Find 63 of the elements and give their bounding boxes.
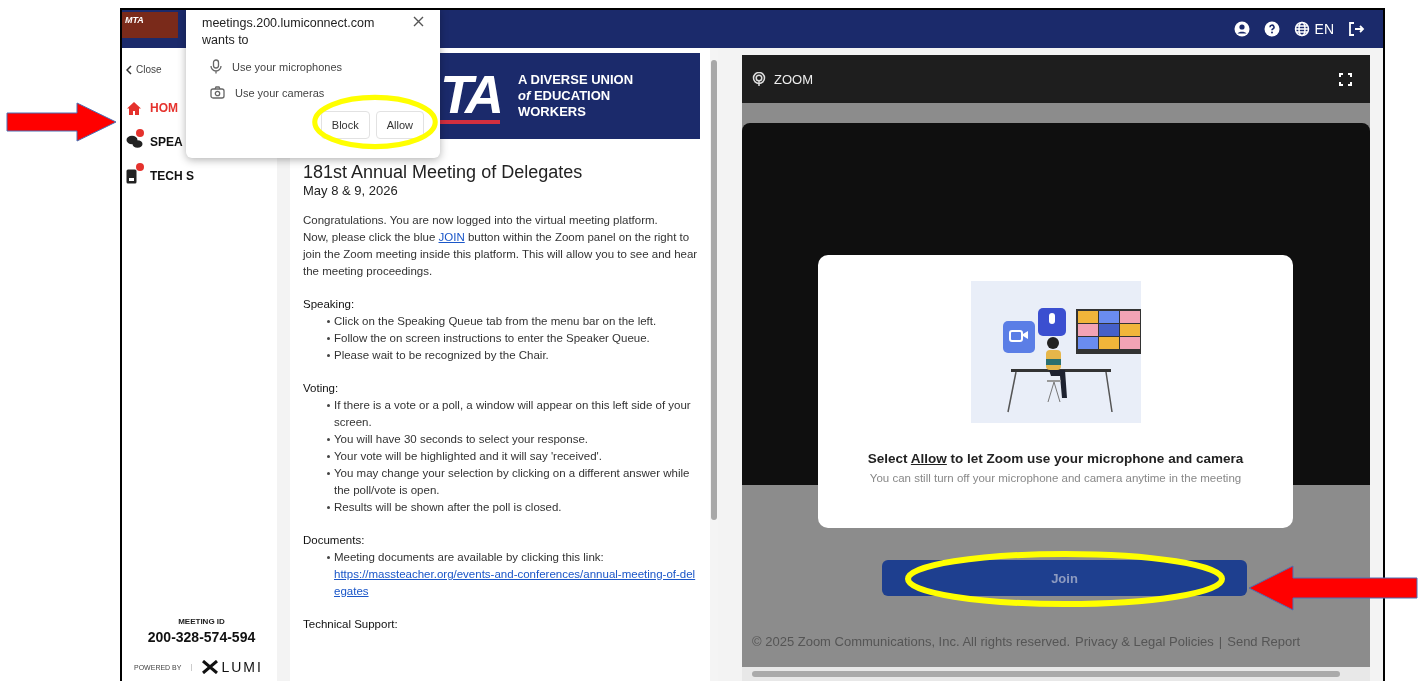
bullet-icon <box>327 506 330 509</box>
bullet-icon <box>327 556 330 559</box>
logo: MTA <box>122 12 178 38</box>
banner-tagline: A DIVERSE UNION of EDUCATION WORKERS <box>518 72 634 120</box>
device-icon <box>126 168 137 184</box>
meeting-id-label: MEETING ID <box>177 617 226 626</box>
scrollbar[interactable] <box>710 48 718 681</box>
chat-icon <box>126 135 143 149</box>
bullet-icon <box>327 337 330 340</box>
brand-logo: LUMI <box>202 659 263 675</box>
join-link[interactable]: JOIN <box>438 231 465 243</box>
bullet-icon <box>327 354 330 357</box>
bullet-text: Please wait to be recognized by the Chair. <box>334 348 549 363</box>
permission-label: Use your microphones <box>232 60 343 73</box>
bullet-icon <box>327 455 330 458</box>
logout-icon[interactable] <box>1348 21 1365 37</box>
permission-button[interactable]: Allow <box>375 111 424 139</box>
instruction-text: Now, please click the blue JOIN button within the Zoom panel on the right to join the Zoom meeting inside this platform. This will allow you to see and hear the meeting proceedings. <box>303 230 699 279</box>
nav-item[interactable]: HOM <box>126 91 178 125</box>
bullet-icon <box>327 472 330 475</box>
language-label[interactable]: EN <box>1314 21 1334 37</box>
documents-link[interactable]: https://massteacher.org/events-and-conferences/annual-meeting-of-delegates <box>334 566 700 600</box>
bullet-icon <box>327 438 330 441</box>
bullet-text: If there is a vote or a poll, a window will appear on this left side of your screen. <box>334 398 692 430</box>
separator: | <box>1218 634 1223 649</box>
close-icon[interactable] <box>413 16 424 27</box>
chevron-left-icon <box>126 64 132 75</box>
permission-label: Use your cameras <box>235 86 325 99</box>
bullet-text: Your vote will be highlighted and it will say 'received'. <box>334 449 602 464</box>
scrollbar[interactable] <box>742 667 1370 681</box>
bullet-icon <box>327 404 330 407</box>
help-icon[interactable] <box>1263 21 1280 37</box>
bullet-text: You may change your selection by clicking on a different answer while the poll/vote is open. <box>334 466 691 498</box>
meeting-date: May 8 & 9, 2026 <box>303 183 399 198</box>
section-heading: Documents: <box>303 533 366 548</box>
zoom-title: ZOOM <box>774 71 813 87</box>
fullscreen-icon[interactable] <box>1339 72 1352 86</box>
permission-button[interactable]: Block <box>320 111 370 139</box>
camera-icon <box>210 86 225 99</box>
nav-item[interactable]: TECH S <box>126 159 194 193</box>
globe-icon[interactable] <box>1293 21 1310 37</box>
home-icon <box>126 100 142 116</box>
permission-note: You can still turn off your microphone and camera anytime in the meeting <box>869 472 1242 484</box>
permission-prompt: Select Allow to let Zoom use your microphone and camera <box>867 451 1244 466</box>
user-icon[interactable] <box>1233 21 1250 37</box>
close-link[interactable]: Close <box>126 64 162 75</box>
page-title: 181st Annual Meeting of Delegates <box>303 161 584 183</box>
popup-prompt: wants to <box>202 33 250 47</box>
site-origin: meetings.200.lumiconnect.com <box>202 16 375 30</box>
bullet-text: Click on the Speaking Queue tab from the menu bar on the left. <box>334 314 657 329</box>
bullet-text: Results will be shown after the poll is closed. <box>334 500 562 515</box>
section-heading: Speaking: <box>303 297 356 312</box>
bullet-text: You will have 30 seconds to select your response. <box>334 432 588 447</box>
bullet-icon <box>327 320 330 323</box>
intro-text: Congratulations. You are now logged into the virtual meeting platform. <box>303 213 659 228</box>
section-heading: Technical Support: <box>303 617 399 632</box>
bullet-text: Follow the on screen instructions to enter the Speaker Queue. <box>334 331 650 346</box>
section-heading: Voting: <box>303 381 340 396</box>
meeting-id: 200-328-574-594 <box>146 629 257 645</box>
nav-item[interactable]: SPEA <box>126 125 183 159</box>
bullet-text: Meeting documents are available by clicking this link: <box>334 550 605 565</box>
broadcast-icon <box>752 71 766 87</box>
microphone-icon <box>210 59 222 74</box>
